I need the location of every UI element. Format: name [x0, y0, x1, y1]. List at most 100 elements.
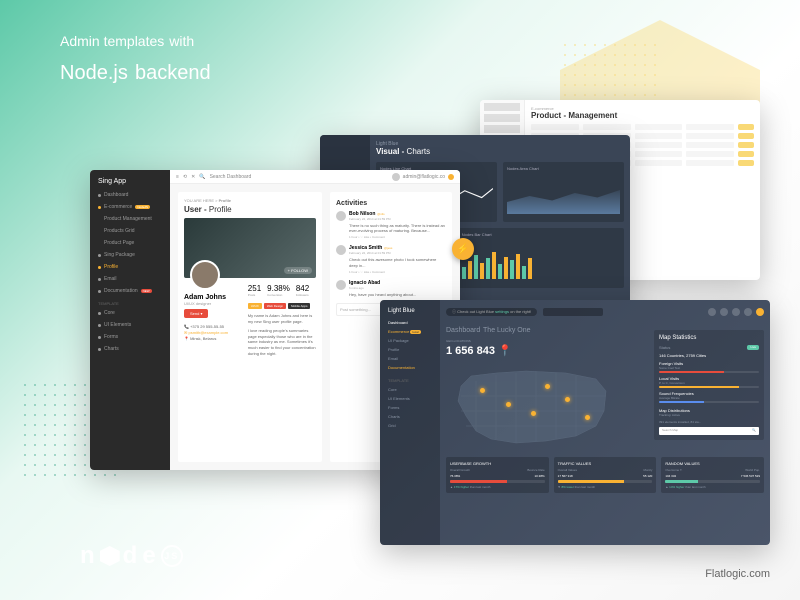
search-icon[interactable]: 🔍 [199, 174, 205, 180]
product-action-button[interactable] [738, 133, 754, 139]
usa-map[interactable] [446, 361, 616, 451]
product-action-button[interactable] [738, 124, 754, 130]
sidebar-item-dashboard[interactable]: Dashboard [94, 189, 166, 201]
logo-letter: n [80, 542, 97, 570]
heading-with: with [169, 33, 194, 49]
bell-icon[interactable] [720, 308, 728, 316]
profile-topbar: ≡ ⟲ ✕ 🔍 Search Dashboard admin@flatlogic… [170, 170, 460, 184]
sidebar-item-uipackage[interactable]: UI Package [384, 336, 436, 345]
sidebar-item-docs[interactable]: Documentation [384, 363, 436, 372]
close-icon[interactable]: ✕ [191, 174, 195, 180]
sidebar-item-ecommerce[interactable]: E-commerce NodeJS [94, 201, 166, 213]
user-location: 📍 Minsk, Belarus [184, 336, 240, 341]
traffic-card: TRAFFIC VALUES Overall ValuesMontly 17 5… [554, 457, 657, 493]
breadcrumb-current: Profile [219, 198, 231, 203]
sidebar-item-product-mgmt[interactable]: Product Management [94, 213, 166, 225]
grid-icon[interactable] [732, 308, 740, 316]
menu-icon[interactable]: ≡ [176, 174, 179, 180]
logo-letter: e [142, 542, 157, 570]
sidebar-item-profile[interactable]: Profile [94, 261, 166, 273]
dash-app-name: Light Blue [384, 304, 436, 318]
heading-line1: Admin templates [60, 33, 164, 49]
user-bio-more: I love reading people's summaries page e… [248, 328, 316, 356]
heading-backend: backend [135, 62, 211, 84]
sidebar-item-ui-elements[interactable]: UI Elements [94, 319, 166, 331]
geo-count: 1 656 843 📍 [446, 344, 616, 357]
page-title-a: User - [184, 205, 207, 214]
sidebar-item-email[interactable]: Email [94, 273, 166, 285]
refresh-icon[interactable]: ⟲ [183, 174, 187, 180]
sidebar-item-package[interactable]: Sing Package [94, 249, 166, 261]
follow-button[interactable]: + FOLLOW [284, 267, 312, 274]
send-button[interactable]: Send ▾ [184, 309, 208, 318]
sidebar-item-grid[interactable]: Grid [384, 421, 436, 430]
sidebar-item-core[interactable]: Core [94, 307, 166, 319]
activity-avatar[interactable] [336, 245, 346, 255]
floating-action-button[interactable]: ⚡ [452, 238, 474, 260]
geo-label: GEO-LOCATIONS [446, 339, 616, 343]
stat-conversion: 9.38% [267, 284, 290, 293]
stat-followers: 842 [296, 284, 309, 293]
map-search-input[interactable]: Search Map🔍 [659, 427, 759, 435]
area-chart-box: Nodes Area Chart [503, 162, 624, 222]
settings-icon[interactable] [744, 308, 752, 316]
map-statistics-panel: Map Statistics StatusLive 146 Countries,… [654, 330, 764, 440]
growth-card: USERBASE GROWTH Overall GrowthBounce Rat… [446, 457, 549, 493]
product-action-button[interactable] [738, 142, 754, 148]
charts-title-a: Visual - [376, 147, 404, 156]
user-phone: 📞 +375 29 555-55-55 [184, 324, 240, 329]
sidebar-item-docs[interactable]: Documentation NEW [94, 285, 166, 297]
product-title: Product - Management [531, 111, 754, 120]
profile-app-name: Sing App [94, 174, 166, 189]
brand-label[interactable]: Flatlogic.com [705, 568, 770, 580]
user-icon[interactable] [756, 308, 764, 316]
sidebar-item-forms[interactable]: Forms [94, 331, 166, 343]
sidebar-item-dashboard[interactable]: Dashboard [384, 318, 436, 327]
logo-js-badge: JS [161, 545, 183, 567]
activity-avatar[interactable] [336, 211, 346, 221]
sidebar-item-forms[interactable]: Forms [384, 403, 436, 412]
breadcrumb-pre: YOU ARE HERE [184, 198, 214, 203]
tag: Mobile Apps [288, 303, 310, 309]
user-bio-intro: My name is Adam Johns and here is my new… [248, 313, 316, 324]
tag: UI/UX [248, 303, 262, 309]
search-input[interactable] [543, 308, 603, 316]
tag: Web Design [264, 303, 286, 309]
sidebar-item-product-page[interactable]: Product Page [94, 237, 166, 249]
product-action-button[interactable] [738, 151, 754, 157]
sidebar-item-core[interactable]: Core [384, 385, 436, 394]
nodejs-logo: n d e JS [80, 542, 183, 570]
avatar-icon[interactable] [392, 173, 400, 181]
activity-item: Jessica Smith @jessFebruary 22, 2014 at … [336, 245, 446, 273]
user-email[interactable]: ✉ psmith@example.com [184, 330, 240, 335]
sidebar-item-uielements[interactable]: UI Elements [384, 394, 436, 403]
search-icon: 🔍 [752, 428, 756, 434]
activity-item: Ignacio Abad6 mins ago Hey, have you hea… [336, 280, 446, 297]
mockup-dashboard: Light Blue Dashboard Ecommerce local UI … [380, 300, 770, 545]
admin-email: admin@flatlogic.co [403, 174, 445, 180]
sidebar-item-ecommerce[interactable]: Ecommerce local [384, 327, 436, 336]
chart-box-title: Nodes Bar Chart [462, 232, 620, 237]
sidebar-item-profile[interactable]: Profile [384, 345, 436, 354]
profile-sidebar: Sing App Dashboard E-commerce NodeJS Pro… [90, 170, 170, 470]
sidebar-item-charts[interactable]: Charts [384, 412, 436, 421]
sidebar-item-products-grid[interactable]: Products Grid [94, 225, 166, 237]
chat-icon[interactable] [708, 308, 716, 316]
random-card: RANDOM VALUES Overcome T.World Pop. 104 … [661, 457, 764, 493]
notification-badge[interactable] [448, 174, 454, 180]
sidebar-item-email[interactable]: Email [384, 354, 436, 363]
sidebar-template-header: TEMPLATE [94, 297, 166, 307]
sidebar-item-charts[interactable]: Charts [94, 343, 166, 355]
activities-title: Activities [336, 200, 446, 207]
charts-title-b: Charts [407, 147, 431, 156]
user-avatar[interactable] [190, 260, 220, 290]
search-placeholder[interactable]: Search Dashboard [210, 174, 252, 180]
promo-heading: Admin templates with Node.js backend [60, 30, 211, 86]
user-tags: UI/UX Web Design Mobile Apps [248, 303, 316, 309]
user-name: Adam Johns [184, 294, 240, 301]
logo-letter: d [123, 542, 140, 570]
activity-avatar[interactable] [336, 280, 346, 290]
product-action-button[interactable] [738, 160, 754, 166]
heading-brand: Node.js [60, 62, 128, 84]
page-title-b: Profile [209, 205, 232, 214]
